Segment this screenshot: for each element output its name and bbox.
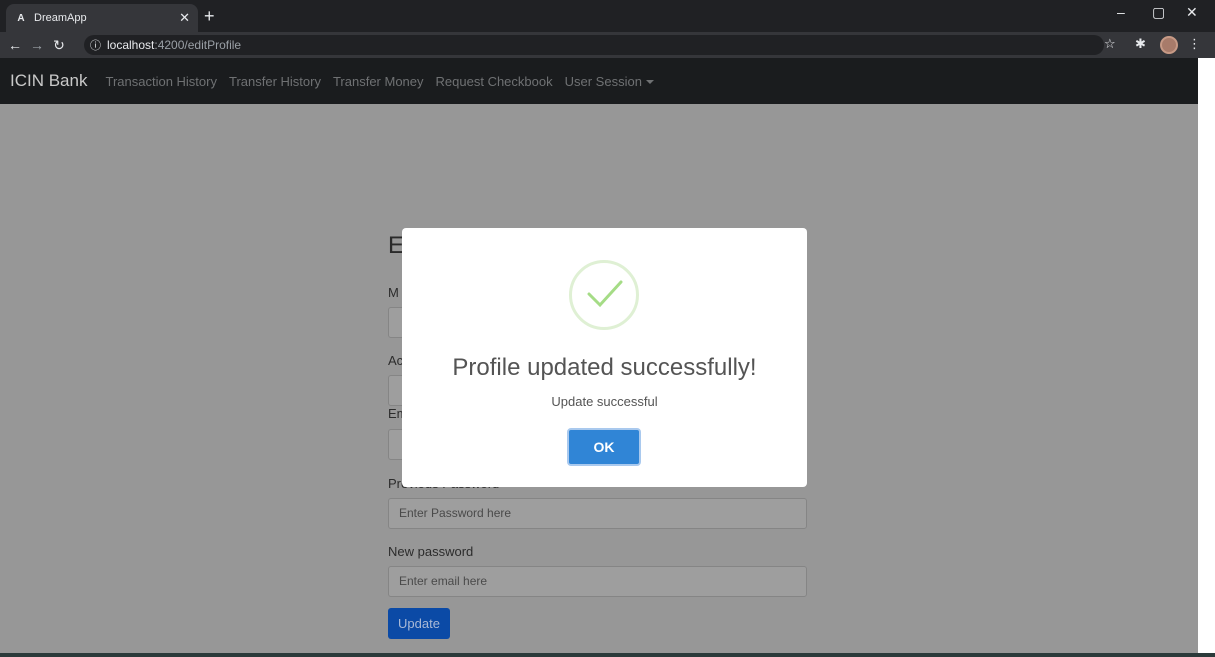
browser-toolbar: ← → ↻ ⓘ localhost:4200/editProfile ☆ ✱ ⋮	[0, 32, 1215, 58]
nav-transfer-history[interactable]: Transfer History	[229, 74, 321, 89]
nav-transfer-money[interactable]: Transfer Money	[333, 74, 424, 89]
field-label-1: M	[388, 285, 399, 300]
new-tab-icon[interactable]: +	[204, 6, 215, 26]
right-edge-strip	[1198, 58, 1215, 657]
tab-title: DreamApp	[34, 12, 87, 24]
ok-button[interactable]: OK	[567, 428, 641, 466]
browser-tab[interactable]: A DreamApp ✕	[6, 4, 198, 32]
window-close-icon[interactable]: ✕	[1186, 4, 1198, 21]
bookmark-star-icon[interactable]: ☆	[1104, 36, 1116, 52]
reload-icon[interactable]: ↻	[48, 37, 70, 54]
modal-message: Update successful	[551, 394, 658, 409]
back-icon[interactable]: ←	[4, 37, 26, 53]
address-bar[interactable]: ⓘ localhost:4200/editProfile	[84, 35, 1104, 55]
browser-tabstrip: A DreamApp ✕ + – ▢ ✕	[0, 0, 1215, 32]
nav-transaction-history[interactable]: Transaction History	[105, 74, 217, 89]
extensions-puzzle-icon[interactable]: ✱	[1135, 36, 1146, 52]
maximize-icon[interactable]: ▢	[1152, 4, 1165, 21]
profile-avatar-icon[interactable]	[1160, 36, 1178, 54]
minimize-icon[interactable]: –	[1117, 4, 1125, 20]
angular-favicon-icon: A	[17, 12, 25, 24]
nav-request-checkbook[interactable]: Request Checkbook	[436, 74, 553, 89]
previous-password-input[interactable]: Enter Password here	[388, 498, 807, 529]
taskbar-edge	[0, 653, 1215, 657]
new-password-input[interactable]: Enter email here	[388, 566, 807, 597]
success-modal: Profile updated successfully! Update suc…	[402, 228, 807, 487]
brand-logo[interactable]: ICIN Bank	[10, 71, 87, 91]
site-info-icon[interactable]: ⓘ	[90, 37, 101, 53]
update-button[interactable]: Update	[388, 608, 450, 639]
new-password-label: New password	[388, 544, 474, 559]
app-navbar: ICIN Bank Transaction History Transfer H…	[0, 58, 1198, 104]
url-path: :4200/editProfile	[154, 38, 242, 52]
nav-user-session-label: User Session	[564, 73, 642, 89]
url-host: localhost	[107, 38, 155, 52]
forward-icon[interactable]: →	[26, 37, 48, 53]
tab-close-icon[interactable]: ✕	[179, 10, 190, 26]
menu-kebab-icon[interactable]: ⋮	[1188, 36, 1201, 52]
field-label-2: Ac	[388, 353, 404, 368]
nav-user-session-dropdown[interactable]: User Session	[565, 74, 654, 89]
modal-title: Profile updated successfully!	[452, 354, 757, 381]
caret-down-icon	[645, 80, 654, 85]
success-check-icon	[569, 260, 639, 330]
